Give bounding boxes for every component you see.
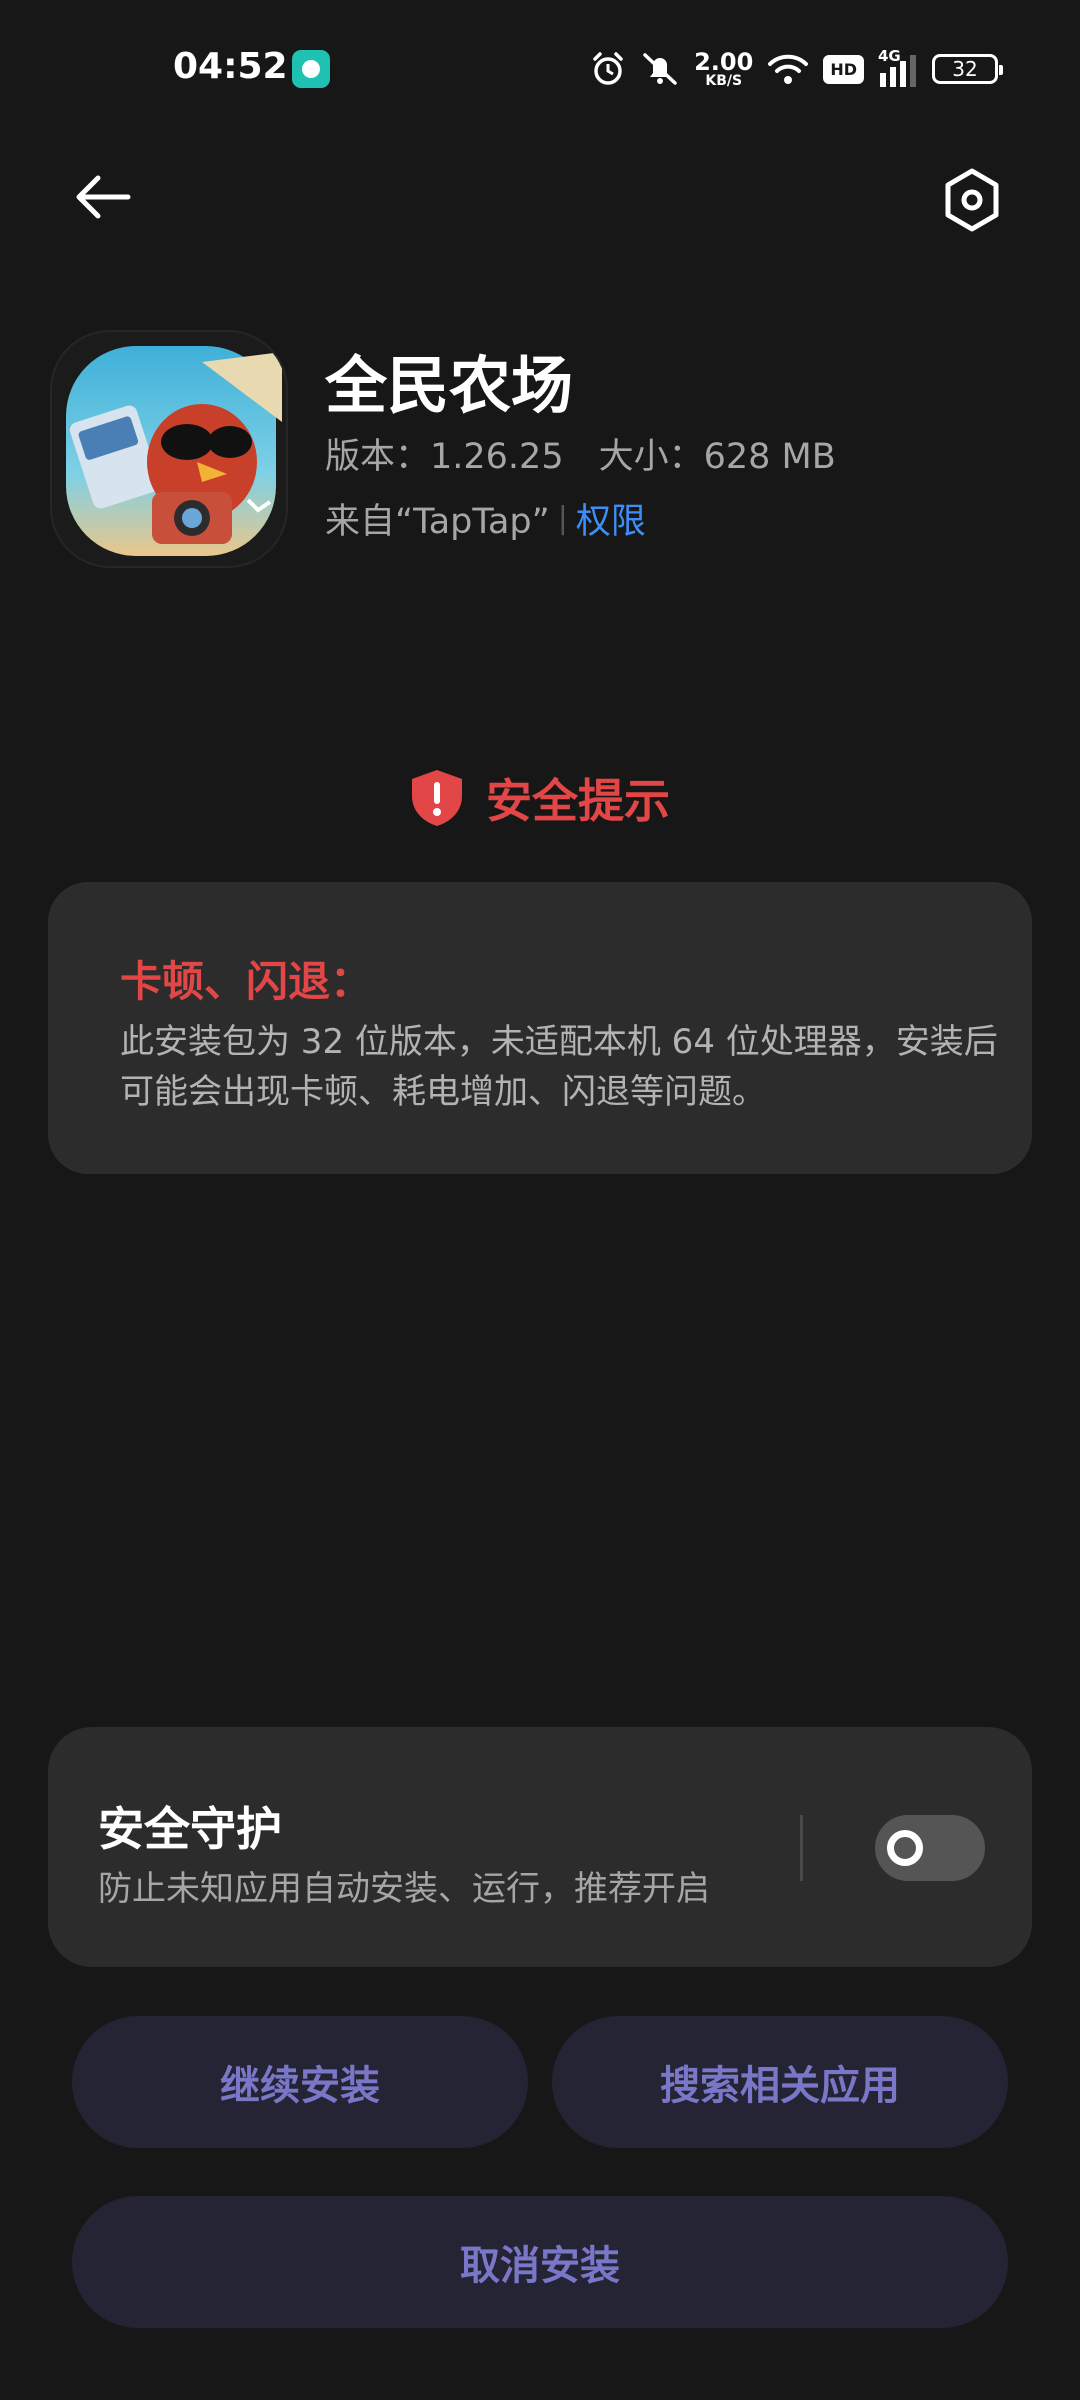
security-guard-description: 防止未知应用自动安装、运行，推荐开启	[98, 1869, 710, 1909]
status-time: 04:52	[173, 46, 288, 87]
continue-install-button[interactable]: 继续安装	[72, 2016, 528, 2148]
notification-app-icon	[292, 50, 330, 88]
app-version-size: 版本：1.26.25 大小：628 MB	[325, 437, 836, 477]
app-source: 来自“TapTap” | 权限	[325, 493, 646, 544]
source-separator: |	[557, 501, 568, 536]
security-notice-heading: 安全提示	[0, 765, 1080, 831]
hd-badge: HD	[823, 54, 864, 84]
security-notice-title: 安全提示	[486, 774, 670, 828]
cancel-install-button[interactable]: 取消安装	[72, 2196, 1008, 2328]
status-icons: 2.00 KB/S HD 4G 32	[590, 44, 1003, 94]
status-bar: 04:52 2.00 KB/S HD 4G 32	[0, 0, 1080, 140]
warning-title: 卡顿、闪退：	[120, 957, 373, 1006]
shield-alert-icon	[412, 770, 462, 826]
battery-icon: 32	[932, 54, 1003, 84]
app-source-text: 来自“TapTap”	[325, 502, 550, 542]
network-speed: 2.00 KB/S	[694, 48, 754, 89]
warning-card: 卡顿、闪退： 此安装包为 32 位版本，未适配本机 64 位处理器，安装后可能会…	[48, 882, 1032, 1174]
security-guard-toggle[interactable]	[875, 1815, 985, 1881]
settings-gear-icon[interactable]	[940, 165, 1004, 235]
alarm-icon	[593, 52, 623, 85]
permissions-link[interactable]: 权限	[576, 493, 646, 544]
security-guard-title: 安全守护	[98, 1802, 282, 1856]
vertical-divider	[800, 1815, 803, 1881]
wifi-icon	[768, 54, 809, 84]
app-name: 全民农场	[325, 349, 574, 422]
security-guard-card: 安全守护 防止未知应用自动安装、运行，推荐开启	[48, 1727, 1032, 1967]
warning-body: 此安装包为 32 位版本，未适配本机 64 位处理器，安装后可能会出现卡顿、耗电…	[120, 1022, 998, 1112]
bell-muted-icon	[643, 53, 677, 85]
signal-icon: 4G	[878, 47, 918, 87]
search-related-apps-button[interactable]: 搜索相关应用	[552, 2016, 1008, 2148]
toggle-knob	[887, 1830, 923, 1866]
app-icon	[50, 330, 288, 568]
back-arrow-icon[interactable]	[70, 165, 134, 229]
